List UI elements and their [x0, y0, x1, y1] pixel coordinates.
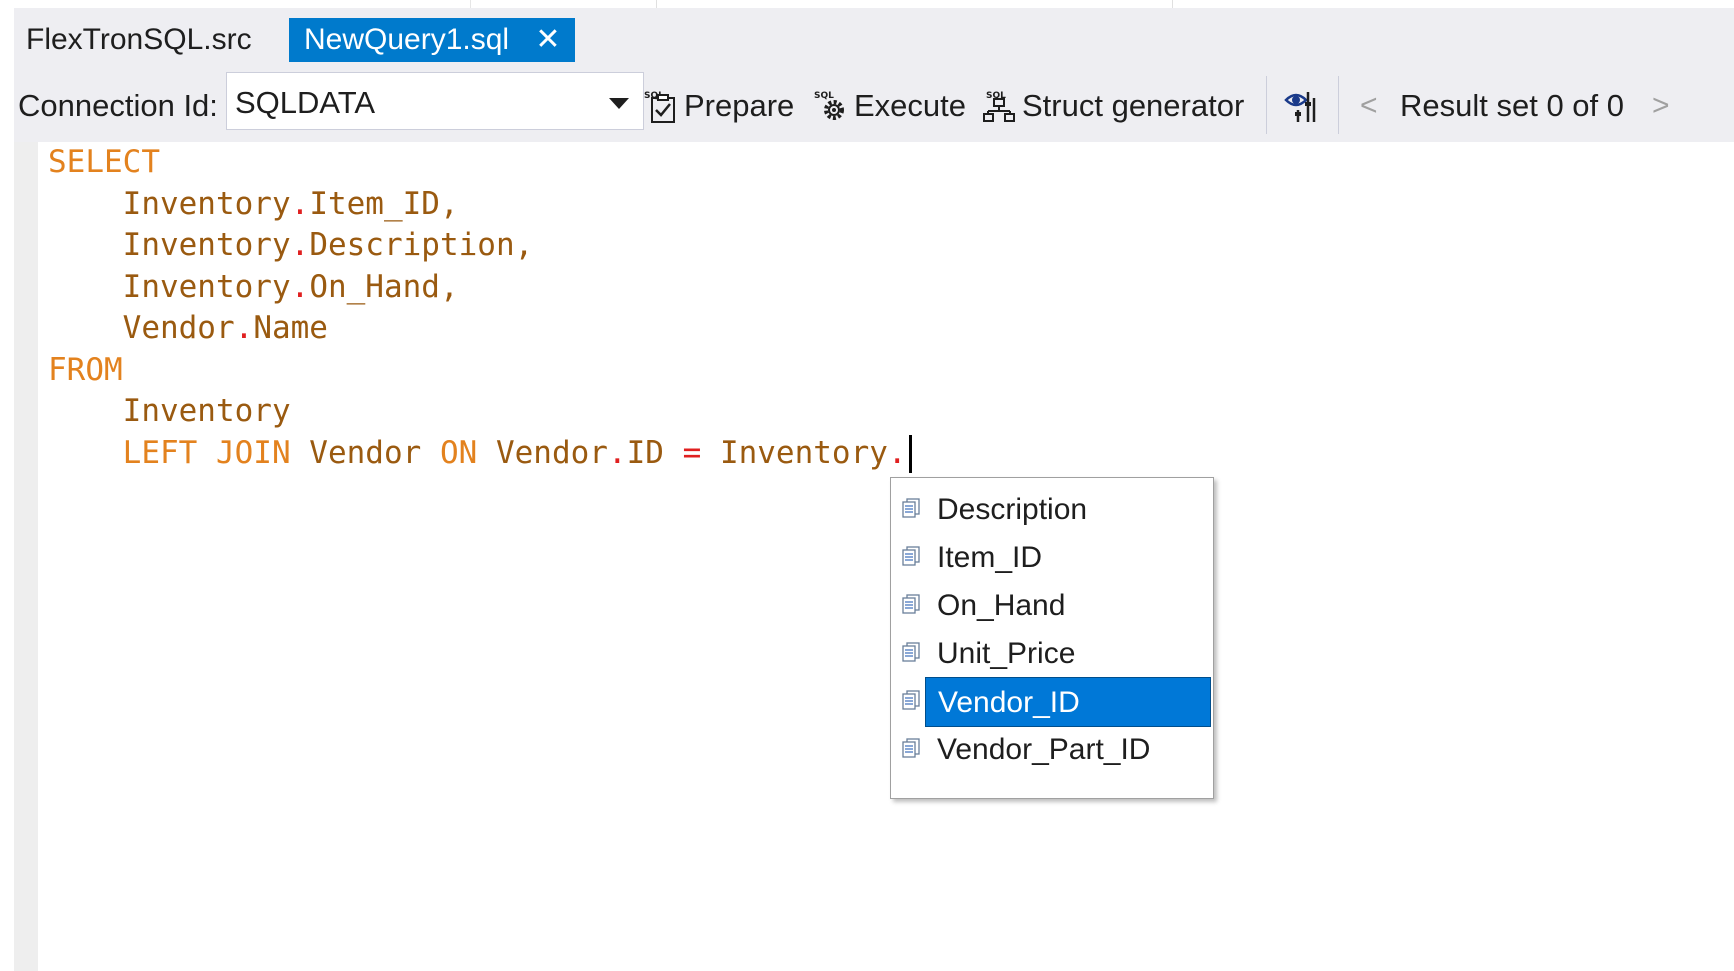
- sql-struct-generator-icon: SQL: [983, 91, 1015, 122]
- autocomplete-item[interactable]: Vendor_ID: [925, 677, 1211, 727]
- autocomplete-popup: Description Item_ID On_Hand Unit_Price Vendo…: [890, 477, 1214, 799]
- close-icon[interactable]: ✕: [535, 18, 560, 62]
- execute-label: Execute: [854, 88, 967, 123]
- struct-generator-label: Struct generator: [1022, 88, 1245, 123]
- code-line: Inventory: [48, 391, 912, 433]
- toolbar-separator: [1338, 76, 1339, 134]
- sql-identifier: Vendor: [495, 434, 608, 471]
- autocomplete-item[interactable]: Item_ID: [925, 533, 1211, 583]
- sql-operator: =: [682, 434, 720, 471]
- struct-generator-button[interactable]: SQL Struct generator: [982, 82, 1244, 130]
- sql-keyword: FROM: [48, 351, 123, 388]
- column-field-icon: [902, 738, 920, 758]
- column-field-icon: [902, 594, 920, 614]
- sql-identifier: Item_ID,: [309, 185, 459, 222]
- sql-identifier: Description,: [309, 227, 534, 263]
- sql-operator: .: [607, 434, 627, 471]
- top-strip-segment: [0, 0, 471, 8]
- code-line: Inventory.Description,: [48, 225, 912, 267]
- previous-result-button[interactable]: <: [1360, 84, 1378, 128]
- sql-operator: .: [234, 310, 254, 346]
- code-line: FROM: [48, 350, 912, 392]
- result-set-label: Result set 0 of 0: [1400, 88, 1625, 123]
- execute-button[interactable]: SQL Execute: [814, 82, 966, 130]
- next-result-button[interactable]: >: [1652, 84, 1670, 128]
- sql-identifier: Inventory: [48, 393, 291, 429]
- eye-settings-icon: [1284, 92, 1316, 122]
- autocomplete-item[interactable]: Description: [925, 485, 1211, 535]
- sql-operator: .: [887, 434, 907, 471]
- prepare-button[interactable]: SQL Prepare: [644, 82, 794, 130]
- connection-id-value: SQLDATA: [235, 85, 376, 120]
- autocomplete-item[interactable]: On_Hand: [925, 581, 1211, 631]
- svg-text:SQL: SQL: [814, 91, 834, 101]
- sql-identifier: Vendor: [48, 310, 235, 346]
- sql-identifier: Inventory: [48, 227, 291, 263]
- sql-editor-window: FlexTronSQL.src NewQuery1.sql ✕ Connecti…: [0, 0, 1734, 971]
- connection-id-label: Connection Id:: [18, 88, 218, 123]
- column-field-icon: [902, 498, 920, 518]
- code-line: Inventory.On_Hand,: [48, 267, 912, 309]
- sql-identifier: Name: [253, 310, 328, 346]
- sql-identifier: Inventory: [719, 434, 888, 471]
- sql-keyword: ON: [439, 434, 496, 471]
- preview-settings-button[interactable]: [1284, 82, 1320, 130]
- sql-execute-gear-icon: SQL: [814, 91, 844, 120]
- editor-gutter: [14, 142, 38, 971]
- query-toolbar: Connection Id: SQLDATA SQL Prepare SQL E…: [14, 70, 1734, 142]
- tab-label: FlexTronSQL.src: [26, 23, 252, 56]
- column-field-icon: [902, 642, 920, 662]
- code-line: Inventory.Item_ID,: [48, 184, 912, 226]
- sql-identifier: On_Hand,: [309, 268, 459, 305]
- column-field-icon: [902, 546, 920, 566]
- sql-code-text[interactable]: SELECT Inventory.Item_ID, Inventory.Desc…: [48, 142, 912, 474]
- code-line: LEFT JOIN Vendor ON Vendor.ID = Inventor…: [48, 433, 912, 475]
- top-strip: [0, 0, 1734, 9]
- sql-identifier: Inventory: [48, 268, 291, 305]
- document-tab-bar: FlexTronSQL.src NewQuery1.sql ✕: [14, 8, 1734, 70]
- column-field-icon: [902, 690, 920, 710]
- text-caret: [908, 435, 912, 473]
- chevron-down-icon[interactable]: [609, 98, 629, 109]
- autocomplete-item[interactable]: Vendor_Part_ID: [925, 725, 1211, 775]
- sql-identifier: Vendor: [309, 434, 440, 471]
- connection-id-select[interactable]: SQLDATA: [226, 72, 644, 130]
- sql-identifier: Inventory: [48, 185, 291, 222]
- top-strip-segment: [470, 0, 657, 8]
- sql-keyword: SELECT: [48, 144, 160, 180]
- code-line: Vendor.Name: [48, 308, 912, 350]
- sql-prepare-icon: SQL: [644, 91, 675, 123]
- tab-flextronsql-src[interactable]: FlexTronSQL.src: [14, 18, 264, 62]
- autocomplete-item[interactable]: Unit_Price: [925, 629, 1211, 679]
- sql-operator: .: [290, 268, 310, 305]
- tab-label: NewQuery1.sql: [304, 23, 510, 56]
- sql-identifier: ID: [626, 434, 683, 471]
- tab-newquery1-sql[interactable]: NewQuery1.sql ✕: [289, 18, 575, 62]
- sql-operator: .: [290, 227, 310, 263]
- code-line: SELECT: [48, 142, 912, 184]
- sql-editor[interactable]: SELECT Inventory.Item_ID, Inventory.Desc…: [14, 142, 1734, 971]
- toolbar-separator: [1266, 76, 1267, 134]
- prepare-label: Prepare: [684, 88, 795, 123]
- sql-operator: .: [290, 185, 310, 222]
- sql-keyword: LEFT JOIN: [48, 434, 310, 471]
